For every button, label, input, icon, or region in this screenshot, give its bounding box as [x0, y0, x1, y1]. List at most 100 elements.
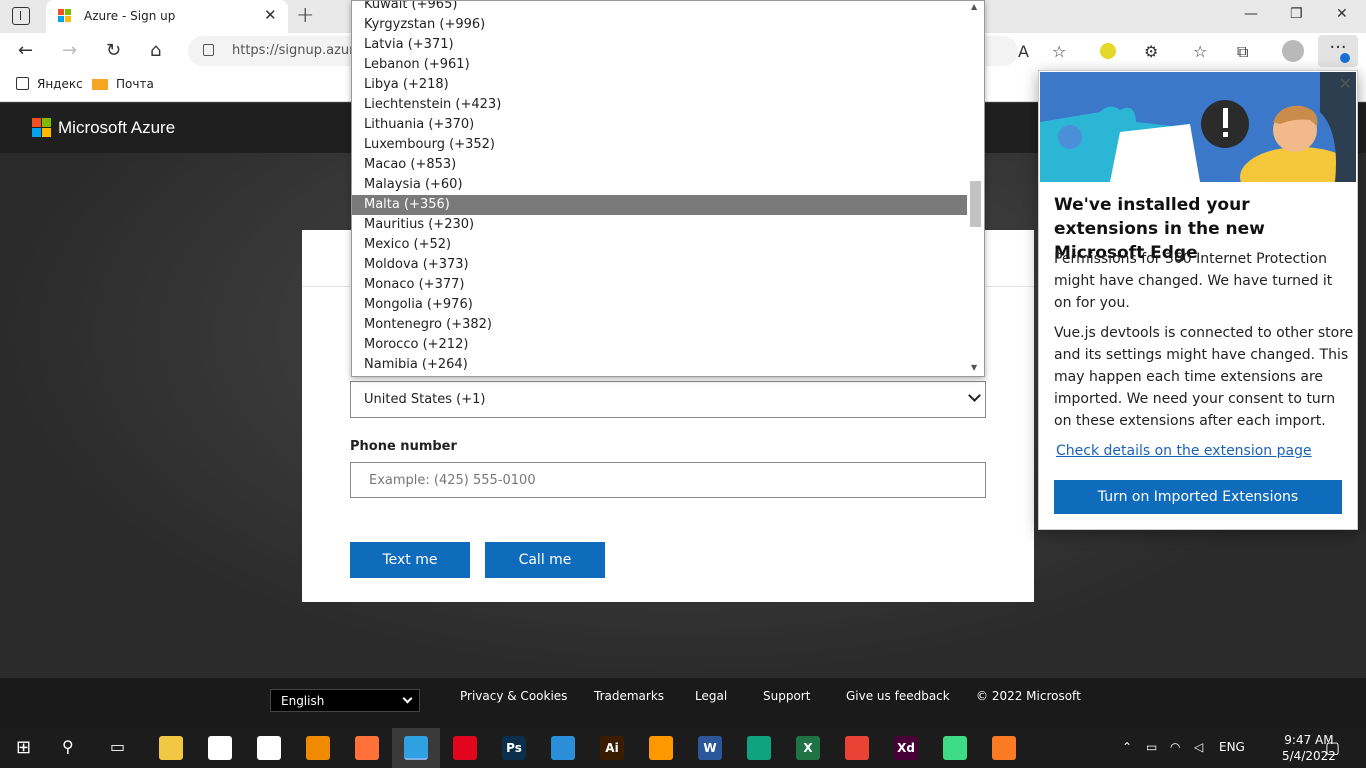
brand-name: Microsoft Azure: [58, 118, 176, 137]
tab-azure-signup[interactable]: Azure - Sign up ✕: [46, 0, 288, 33]
country-option[interactable]: Kyrgyzstan (+996): [352, 15, 968, 35]
popup-banner-illustration: ✕: [1040, 72, 1356, 182]
close-window-icon[interactable]: ✕: [1336, 6, 1348, 22]
firefox-icon[interactable]: [355, 736, 379, 760]
word-icon[interactable]: W: [698, 736, 722, 760]
chrome-icon[interactable]: [845, 736, 869, 760]
country-option[interactable]: Lebanon (+961): [352, 55, 968, 75]
scroll-thumb[interactable]: [970, 181, 981, 227]
edge-icon[interactable]: [404, 736, 428, 760]
sublime-icon[interactable]: [649, 736, 673, 760]
xampp-icon[interactable]: [992, 736, 1016, 760]
battery-icon[interactable]: ▭: [1146, 740, 1157, 754]
phone-number-input[interactable]: [350, 462, 986, 498]
privacy-link[interactable]: Privacy & Cookies: [460, 689, 567, 703]
puzzle-illustration-icon: [1040, 72, 1356, 182]
tab-close-icon[interactable]: ✕: [264, 6, 277, 24]
vlc-icon[interactable]: [306, 736, 330, 760]
excel-icon[interactable]: X: [796, 736, 820, 760]
text-me-button[interactable]: Text me: [350, 542, 470, 578]
feedback-link[interactable]: Give us feedback: [846, 689, 950, 703]
page-footer: English Privacy & Cookies Trademarks Leg…: [0, 678, 1366, 728]
search-icon[interactable]: ⚲: [62, 737, 74, 756]
scroll-down-icon[interactable]: ▼: [971, 363, 977, 372]
windows-start-icon[interactable]: ⊞: [16, 737, 31, 758]
read-aloud-icon[interactable]: A: [1018, 42, 1029, 61]
favorite-pochta[interactable]: Почта: [92, 77, 154, 91]
microsoft-store-icon[interactable]: [208, 736, 232, 760]
country-code-select[interactable]: United States (+1): [350, 381, 986, 418]
back-icon[interactable]: ←: [18, 41, 33, 61]
popup-paragraph-vue-devtools: Vue.js devtools is connected to other st…: [1054, 325, 1354, 429]
add-favorite-icon[interactable]: ☆: [1052, 42, 1066, 61]
scroll-up-icon[interactable]: ▲: [971, 2, 977, 11]
collections-icon[interactable]: ⧉: [1237, 42, 1248, 62]
url-text: https://signup.azure: [232, 43, 363, 58]
chatgpt-icon[interactable]: [747, 736, 771, 760]
extensions-popup: ✕ We've installed your extensions in the…: [1038, 70, 1358, 530]
360-protection-icon[interactable]: [1100, 43, 1116, 59]
task-view-icon[interactable]: ▭: [110, 737, 125, 756]
tab-title: Azure - Sign up: [84, 9, 176, 23]
country-option[interactable]: Moldova (+373): [352, 255, 968, 275]
illustrator-icon[interactable]: Ai: [600, 736, 624, 760]
language-select[interactable]: English: [270, 689, 420, 712]
dropdown-scrollbar[interactable]: ▲ ▼: [967, 1, 984, 376]
call-me-button[interactable]: Call me: [485, 542, 605, 578]
refresh-icon[interactable]: ↻: [106, 41, 121, 61]
trademarks-link[interactable]: Trademarks: [594, 689, 664, 703]
support-link[interactable]: Support: [763, 689, 810, 703]
forward-icon[interactable]: →: [62, 41, 77, 61]
minimize-icon[interactable]: —: [1244, 6, 1258, 22]
country-option[interactable]: Mauritius (+230): [352, 215, 968, 235]
mail-icon: [92, 79, 108, 90]
legal-link[interactable]: Legal: [695, 689, 727, 703]
country-option[interactable]: Libya (+218): [352, 75, 968, 95]
favorites-icon[interactable]: ☆: [1193, 42, 1207, 61]
chevron-down-icon: [968, 389, 981, 402]
vscode-icon[interactable]: [551, 736, 575, 760]
chevron-up-icon[interactable]: ⌃: [1122, 740, 1132, 754]
document-icon: [16, 77, 29, 90]
file-explorer-icon[interactable]: [159, 736, 183, 760]
country-option[interactable]: Macao (+853): [352, 155, 968, 175]
input-language[interactable]: ENG: [1219, 740, 1245, 754]
turn-on-extensions-button[interactable]: Turn on Imported Extensions: [1054, 480, 1342, 514]
android-tool-icon[interactable]: [943, 736, 967, 760]
opera-icon[interactable]: [453, 736, 477, 760]
country-option[interactable]: Malaysia (+60): [352, 175, 968, 195]
country-dropdown-list[interactable]: Kuwait (+965) Kyrgyzstan (+996) Latvia (+3…: [351, 0, 985, 377]
country-option[interactable]: Kuwait (+965): [352, 1, 968, 15]
country-option[interactable]: Liechtenstein (+423): [352, 95, 968, 115]
extensions-icon[interactable]: ⚙: [1144, 42, 1158, 61]
profile-avatar[interactable]: [1282, 40, 1304, 62]
extension-page-link[interactable]: Check details on the extension page: [1056, 443, 1312, 459]
country-option[interactable]: Mexico (+52): [352, 235, 968, 255]
settings-menu-icon[interactable]: ···: [1318, 35, 1358, 67]
xd-icon[interactable]: Xd: [894, 736, 918, 760]
phone-number-label: Phone number: [350, 439, 457, 454]
chevron-down-icon: [402, 693, 413, 704]
country-option[interactable]: Mongolia (+976): [352, 295, 968, 315]
favorite-yandex[interactable]: Яндекс: [16, 77, 83, 91]
lock-icon: [203, 44, 214, 56]
country-option[interactable]: Latvia (+371): [352, 35, 968, 55]
country-option[interactable]: Luxembourg (+352): [352, 135, 968, 155]
country-option[interactable]: Monaco (+377): [352, 275, 968, 295]
wifi-icon[interactable]: ◠: [1170, 740, 1180, 754]
photoshop-icon[interactable]: Ps: [502, 736, 526, 760]
country-option[interactable]: Montenegro (+382): [352, 315, 968, 335]
country-option[interactable]: Lithuania (+370): [352, 115, 968, 135]
country-option[interactable]: Namibia (+264): [352, 355, 968, 375]
favorite-label: Почта: [116, 77, 154, 91]
country-option[interactable]: Malta (+356): [352, 195, 968, 215]
mail-icon[interactable]: [257, 736, 281, 760]
close-popup-icon[interactable]: ✕: [1339, 74, 1352, 93]
volume-icon[interactable]: ◁: [1194, 740, 1203, 754]
tab-actions-icon[interactable]: [12, 7, 30, 25]
home-icon[interactable]: ⌂: [150, 41, 161, 61]
new-tab-icon[interactable]: +: [296, 3, 314, 28]
country-option[interactable]: Morocco (+212): [352, 335, 968, 355]
notifications-icon[interactable]: ▢: [1325, 738, 1340, 757]
restore-icon[interactable]: ❐: [1290, 6, 1303, 22]
